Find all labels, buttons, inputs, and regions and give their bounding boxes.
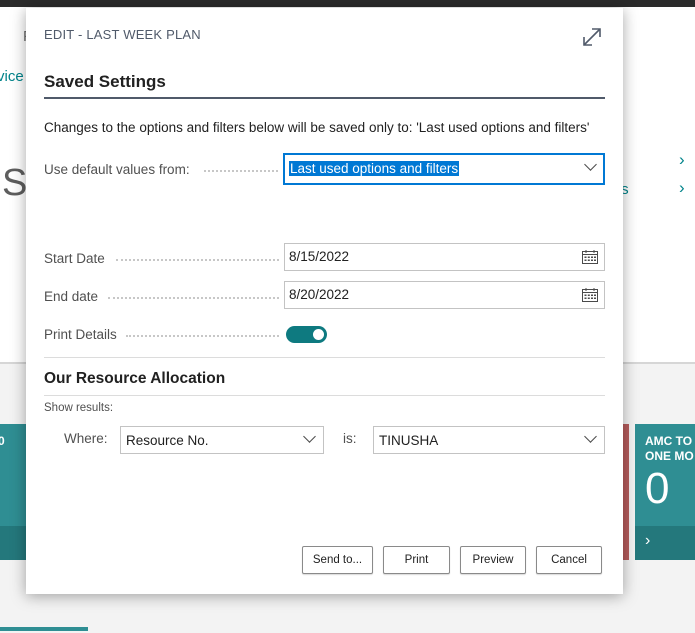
cancel-button[interactable]: Cancel — [536, 546, 602, 574]
background-page-title: S — [2, 162, 28, 204]
background-cue-tile[interactable]: 0 — [0, 424, 26, 560]
section-divider — [44, 357, 605, 358]
expand-icon[interactable] — [580, 25, 604, 49]
edit-dialog: EDIT - LAST WEEK PLAN Saved Settings Cha… — [26, 8, 623, 594]
end-date-field[interactable]: 8/20/2022 — [284, 281, 605, 309]
start-date-label: Start Date — [44, 251, 105, 266]
chevron-right-icon[interactable]: › — [679, 178, 685, 198]
filter-field-select[interactable]: Resource No. — [120, 426, 324, 454]
default-values-select[interactable]: Last used options and filters — [283, 153, 605, 185]
filter-value-select[interactable]: TINUSHA — [373, 426, 605, 454]
print-details-label: Print Details — [44, 327, 117, 342]
filter-field-value: Resource No. — [126, 433, 209, 448]
filter-value: TINUSHA — [379, 433, 439, 448]
chevron-down-icon — [584, 158, 597, 171]
field-leader — [126, 335, 279, 337]
saved-settings-title: Saved Settings — [44, 72, 166, 91]
where-label: Where: — [64, 431, 108, 446]
tile-footer: › — [635, 526, 695, 560]
section-divider — [44, 97, 605, 99]
app-top-bar — [0, 0, 695, 7]
field-leader — [108, 297, 279, 299]
tile-value: 0 — [0, 434, 5, 448]
resource-allocation-title: Our Resource Allocation — [44, 370, 226, 387]
background-tab-indicator — [0, 627, 88, 631]
print-details-toggle[interactable] — [286, 326, 327, 343]
start-date-value: 8/15/2022 — [289, 249, 350, 264]
dialog-caption: EDIT - LAST WEEK PLAN — [44, 27, 201, 42]
section-divider — [44, 395, 605, 396]
background-cue-tile-amc[interactable]: AMC TO ONE MO 0 › — [635, 424, 695, 560]
background-service-link[interactable]: rvice — [0, 68, 24, 85]
preview-button[interactable]: Preview — [460, 546, 526, 574]
tile-title: AMC TO ONE MO — [645, 434, 694, 463]
default-values-label: Use default values from: — [44, 162, 190, 177]
calendar-icon[interactable] — [582, 288, 598, 302]
chevron-down-icon — [584, 430, 597, 443]
end-date-label: End date — [44, 289, 99, 304]
show-results-label: Show results: — [44, 402, 114, 414]
background-cue-tile-red[interactable] — [622, 424, 629, 560]
send-to-button[interactable]: Send to... — [302, 546, 373, 574]
tile-footer — [0, 526, 26, 560]
chevron-right-icon[interactable]: › — [645, 532, 650, 550]
print-button[interactable]: Print — [383, 546, 450, 574]
chevron-right-icon[interactable]: › — [679, 150, 685, 170]
saved-settings-info: Changes to the options and filters below… — [44, 120, 590, 135]
tile-value: 0 — [645, 464, 670, 513]
field-leader — [204, 170, 278, 172]
calendar-icon[interactable] — [582, 250, 598, 264]
is-label: is: — [343, 431, 357, 446]
default-values-selected: Last used options and filters — [289, 161, 460, 176]
chevron-down-icon — [303, 430, 316, 443]
end-date-value: 8/20/2022 — [289, 287, 350, 302]
toggle-knob — [313, 329, 324, 340]
field-leader — [116, 259, 279, 261]
start-date-field[interactable]: 8/15/2022 — [284, 243, 605, 271]
